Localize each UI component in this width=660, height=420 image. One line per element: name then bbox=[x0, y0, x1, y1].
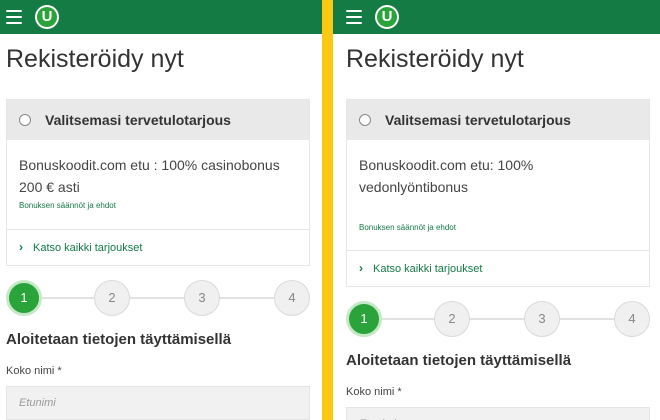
terms-link[interactable]: Bonuksen säännöt ja ehdot bbox=[19, 201, 116, 210]
unibet-logo[interactable]: U bbox=[375, 5, 399, 29]
full-name-label: Koko nimi * bbox=[346, 386, 402, 398]
registration-panel-sports: U Rekisteröidy nyt Valitsemasi tervetulo… bbox=[333, 0, 660, 420]
radio-button[interactable] bbox=[359, 114, 371, 126]
offer-description: Bonuskoodit.com etu: 100% vedonlyöntibon… bbox=[359, 157, 534, 195]
terms-link[interactable]: Bonuksen säännöt ja ehdot bbox=[359, 223, 456, 232]
stepper-track bbox=[364, 318, 632, 320]
registration-stepper: 1 2 3 4 bbox=[6, 280, 310, 316]
first-name-input[interactable] bbox=[6, 386, 310, 420]
offer-radio-row[interactable]: Valitsemasi tervetulotarjous bbox=[347, 100, 649, 140]
step-4[interactable]: 4 bbox=[614, 301, 650, 337]
step-3[interactable]: 3 bbox=[524, 301, 560, 337]
page-title: Rekisteröidy nyt bbox=[346, 45, 524, 73]
card-divider bbox=[347, 250, 649, 251]
logo-letter: U bbox=[37, 7, 57, 27]
offer-description: Bonuskoodit.com etu : 100% casinobonus 2… bbox=[19, 157, 280, 195]
chevron-right-icon: › bbox=[359, 261, 363, 275]
chevron-right-icon: › bbox=[19, 240, 23, 254]
first-name-input[interactable] bbox=[346, 407, 650, 420]
step-2[interactable]: 2 bbox=[94, 280, 130, 316]
full-name-label: Koko nimi * bbox=[6, 365, 62, 377]
view-all-offers-link[interactable]: › Katso kaikki tarjoukset bbox=[19, 240, 142, 254]
offer-radio-label: Valitsemasi tervetulotarjous bbox=[45, 112, 231, 128]
step-2[interactable]: 2 bbox=[434, 301, 470, 337]
top-bar: U bbox=[333, 0, 660, 34]
top-bar: U bbox=[0, 0, 322, 34]
section-heading: Aloitetaan tietojen täyttämisellä bbox=[346, 352, 572, 369]
stepper-track bbox=[24, 297, 292, 299]
step-3[interactable]: 3 bbox=[184, 280, 220, 316]
unibet-logo[interactable]: U bbox=[35, 5, 59, 29]
step-1[interactable]: 1 bbox=[6, 280, 42, 316]
card-divider bbox=[7, 229, 309, 230]
welcome-offer-card: Valitsemasi tervetulotarjous Bonuskoodit… bbox=[346, 99, 650, 287]
menu-icon[interactable] bbox=[6, 10, 22, 24]
offer-radio-row[interactable]: Valitsemasi tervetulotarjous bbox=[7, 100, 309, 140]
view-all-offers-label: Katso kaikki tarjoukset bbox=[33, 242, 143, 254]
offer-radio-label: Valitsemasi tervetulotarjous bbox=[385, 112, 571, 128]
step-1[interactable]: 1 bbox=[346, 301, 382, 337]
logo-letter: U bbox=[377, 7, 397, 27]
step-4[interactable]: 4 bbox=[274, 280, 310, 316]
registration-stepper: 1 2 3 4 bbox=[346, 301, 650, 337]
welcome-offer-card: Valitsemasi tervetulotarjous Bonuskoodit… bbox=[6, 99, 310, 266]
menu-icon[interactable] bbox=[346, 10, 362, 24]
section-heading: Aloitetaan tietojen täyttämisellä bbox=[6, 331, 232, 348]
comparison-divider bbox=[322, 0, 333, 420]
radio-button[interactable] bbox=[19, 114, 31, 126]
view-all-offers-link[interactable]: › Katso kaikki tarjoukset bbox=[359, 261, 482, 275]
view-all-offers-label: Katso kaikki tarjoukset bbox=[373, 263, 483, 275]
registration-panel-casino: U Rekisteröidy nyt Valitsemasi tervetulo… bbox=[0, 0, 322, 420]
page-title: Rekisteröidy nyt bbox=[6, 45, 184, 73]
